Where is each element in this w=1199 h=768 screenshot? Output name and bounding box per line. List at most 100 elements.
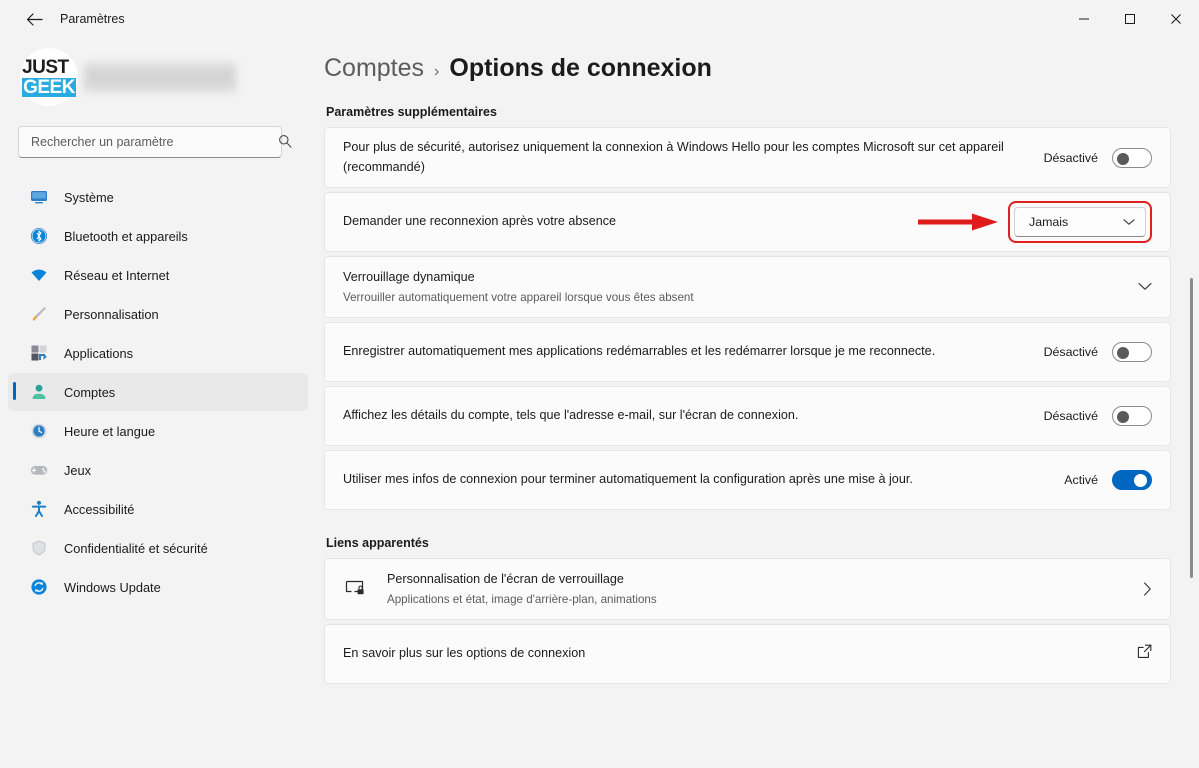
toggle-state-label: Désactivé: [1043, 150, 1098, 165]
setting-row-text: Demander une reconnexion après votre abs…: [343, 202, 990, 242]
related-link-learn-more[interactable]: En savoir plus sur les options de connex…: [324, 624, 1171, 685]
sidebar-item-label: Accessibilité: [64, 501, 135, 517]
setting-row-text: Utiliser mes infos de connexion pour ter…: [343, 460, 1046, 500]
annotation-highlight-box: Jamais: [918, 201, 1152, 244]
lock-screen-icon: [343, 579, 369, 599]
apps-grid-icon: [28, 342, 50, 364]
bluetooth-icon: [28, 225, 50, 247]
accessibility-icon: [28, 498, 50, 520]
content-scrollbar[interactable]: [1183, 38, 1197, 768]
setting-title: Demander une reconnexion après votre abs…: [343, 214, 617, 229]
external-link-icon[interactable]: [1137, 644, 1152, 664]
windows-hello-toggle[interactable]: [1112, 147, 1152, 168]
related-link-title: Personnalisation de l'écran de verrouill…: [387, 572, 624, 587]
settings-window: Paramètres JUST GEEK Rechercher un param…: [0, 0, 1199, 768]
shield-icon: [28, 537, 50, 559]
sidebar-item-label: Comptes: [64, 384, 116, 400]
related-links-label: Liens apparentés: [326, 536, 429, 551]
toggle-state-label: Désactivé: [1043, 345, 1098, 360]
setting-row-control: Désactivé: [1043, 342, 1152, 363]
related-link-lock-screen[interactable]: Personnalisation de l'écran de verrouill…: [324, 558, 1171, 621]
dropdown-selected-value: Jamais: [1029, 215, 1069, 230]
sidebar-item-jeux[interactable]: Jeux: [8, 451, 308, 489]
setting-title: Verrouillage dynamique: [343, 270, 475, 285]
update-refresh-icon: [28, 576, 50, 598]
setting-row-text: Affichez les détails du compte, tels que…: [343, 396, 1026, 436]
sidebar: JUST GEEK Rechercher un paramètre Systèm…: [0, 38, 320, 768]
search-input[interactable]: [18, 126, 282, 158]
sidebar-item-windows-update[interactable]: Windows Update: [8, 568, 308, 606]
sidebar-item-systeme[interactable]: Système: [8, 178, 308, 216]
scrollbar-thumb[interactable]: [1190, 278, 1193, 578]
setting-title: Affichez les détails du compte, tels que…: [343, 408, 799, 423]
related-link-action: [1137, 644, 1152, 664]
sidebar-item-label: Windows Update: [64, 579, 161, 595]
related-link-text: En savoir plus sur les options de connex…: [343, 634, 1119, 674]
maximize-button[interactable]: [1107, 0, 1153, 38]
related-link-text: Personnalisation de l'écran de verrouill…: [387, 560, 1125, 618]
clock-icon: [28, 420, 50, 442]
setting-row-dynamic-lock[interactable]: Verrouillage dynamique Verrouiller autom…: [324, 256, 1171, 319]
chevron-down-icon[interactable]: [1138, 278, 1152, 296]
setting-row-text: Pour plus de sécurité, autorisez uniquem…: [343, 128, 1026, 187]
related-link-title: En savoir plus sur les options de connex…: [343, 646, 586, 661]
account-name-blurred: [84, 62, 236, 92]
setting-row-control: Activé: [1064, 470, 1152, 491]
sidebar-item-confidentialite-et-securite[interactable]: Confidentialité et sécurité: [8, 529, 308, 567]
show-account-details-toggle[interactable]: [1112, 406, 1152, 427]
page-title: Options de connexion: [449, 54, 712, 82]
minimize-button[interactable]: [1061, 0, 1107, 38]
window-controls: [1061, 0, 1199, 38]
sidebar-item-label: Jeux: [64, 462, 92, 478]
search-container: [18, 126, 302, 158]
restart-apps-toggle[interactable]: [1112, 342, 1152, 363]
toggle-state-label: Désactivé: [1043, 409, 1098, 424]
sidebar-item-accessibilite[interactable]: Accessibilité: [8, 490, 308, 528]
main-content: Comptes › Options de connexion Paramètre…: [320, 38, 1199, 768]
setting-subtitle: Verrouiller automatiquement votre appare…: [343, 290, 694, 304]
sidebar-item-personnalisation[interactable]: Personnalisation: [8, 295, 308, 333]
close-button[interactable]: [1153, 0, 1199, 38]
sidebar-item-applications[interactable]: Applications: [8, 334, 308, 372]
require-signin-dropdown[interactable]: Jamais: [1014, 207, 1146, 238]
sidebar-item-heure-et-langue[interactable]: Heure et langue: [8, 412, 308, 450]
setting-row-control: [1138, 278, 1152, 296]
monitor-icon: [28, 186, 50, 208]
arrow-left-icon: [26, 12, 43, 26]
setting-row-windows-hello: Pour plus de sécurité, autorisez uniquem…: [324, 127, 1171, 189]
setting-row-use-signin-info: Utiliser mes infos de connexion pour ter…: [324, 450, 1171, 511]
breadcrumb-separator: ›: [434, 63, 440, 80]
chevron-down-icon: [1123, 213, 1135, 231]
paintbrush-icon: [28, 303, 50, 325]
maximize-icon: [1125, 14, 1135, 24]
account-profile[interactable]: JUST GEEK: [0, 46, 320, 108]
breadcrumb-parent[interactable]: Comptes: [324, 54, 424, 83]
setting-title: Enregistrer automatiquement mes applicat…: [343, 344, 936, 359]
setting-row-control: Désactivé: [1043, 406, 1152, 427]
back-button[interactable]: [16, 4, 52, 34]
use-signin-info-toggle[interactable]: [1112, 470, 1152, 491]
close-icon: [1171, 14, 1181, 24]
sidebar-item-comptes[interactable]: Comptes: [8, 373, 308, 411]
setting-row-control: Désactivé: [1043, 147, 1152, 168]
red-arrow-icon: [918, 211, 1002, 233]
sidebar-item-label: Système: [64, 189, 114, 205]
setting-row-show-account-details: Affichez les détails du compte, tels que…: [324, 386, 1171, 447]
sidebar-item-label: Applications: [64, 345, 134, 361]
sidebar-item-label: Réseau et Internet: [64, 267, 170, 283]
window-title: Paramètres: [60, 12, 125, 26]
sidebar-item-label: Confidentialité et sécurité: [64, 540, 208, 556]
person-icon: [28, 381, 50, 403]
gamepad-icon: [28, 459, 50, 481]
sidebar-item-label: Bluetooth et appareils: [64, 228, 188, 244]
sidebar-item-bluetooth-et-appareils[interactable]: Bluetooth et appareils: [8, 217, 308, 255]
sidebar-item-reseau-et-internet[interactable]: Réseau et Internet: [8, 256, 308, 294]
setting-row-control: Jamais: [918, 201, 1152, 244]
breadcrumb: Comptes › Options de connexion: [324, 54, 1171, 83]
setting-row-text: Enregistrer automatiquement mes applicat…: [343, 332, 1026, 372]
related-link-action: [1143, 582, 1152, 596]
logo-line-2: GEEK: [22, 76, 76, 98]
chevron-right-icon[interactable]: [1143, 582, 1152, 596]
setting-title: Pour plus de sécurité, autorisez uniquem…: [343, 140, 1004, 174]
related-link-subtitle: Applications et état, image d'arrière-pl…: [387, 592, 657, 606]
